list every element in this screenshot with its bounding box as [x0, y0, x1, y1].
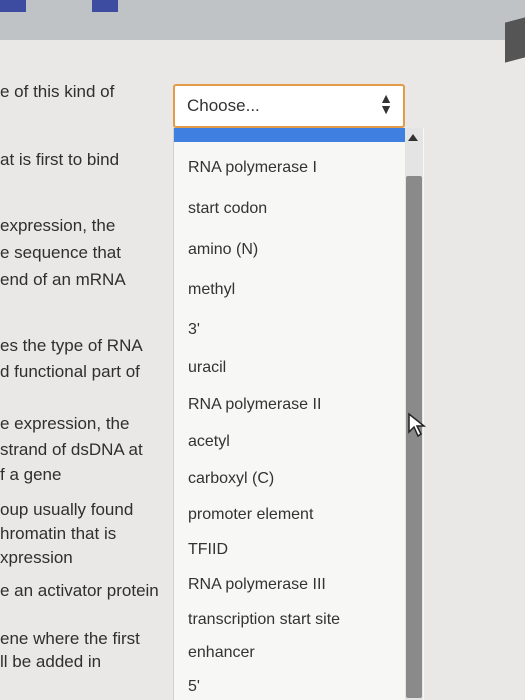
option-item[interactable]: TFIID [188, 541, 228, 559]
mouse-cursor-icon [408, 412, 427, 438]
question-text: ll be added in [0, 652, 102, 671]
question-text: e sequence that [0, 243, 121, 262]
question-text: xpression [0, 548, 73, 567]
question-text: d functional part of [0, 362, 140, 381]
select-arrows-icon: ▲ ▼ [379, 90, 393, 117]
question-text: hromatin that is [0, 524, 117, 543]
option-item[interactable]: promoter element [188, 506, 313, 524]
question-text: f a gene [0, 465, 62, 484]
question-text: e expression, the [0, 414, 130, 433]
option-item[interactable]: amino (N) [188, 241, 258, 259]
select-value: Choose... [187, 96, 260, 115]
option-item[interactable]: RNA polymerase II [188, 396, 321, 414]
toolbar-icon[interactable] [0, 0, 26, 12]
question-text: es the type of RNA [0, 336, 143, 355]
question-text: e of this kind of [0, 82, 115, 101]
option-item[interactable]: enhancer [188, 644, 255, 662]
option-item[interactable]: uracil [188, 359, 226, 377]
question-text: at is first to bind [0, 150, 120, 169]
question-text: expression, the [0, 216, 116, 235]
option-item[interactable]: transcription start site [188, 611, 340, 629]
answer-select[interactable]: Choose... ▲ ▼ [173, 84, 405, 128]
screen-bezel-shadow [505, 17, 525, 63]
option-item[interactable]: carboxyl (C) [188, 470, 274, 488]
highlighted-option[interactable] [174, 128, 406, 142]
dropdown-list[interactable]: RNA polymerase I start codon amino (N) m… [173, 128, 424, 700]
option-item[interactable]: acetyl [188, 433, 230, 451]
option-item[interactable]: RNA polymerase III [188, 576, 326, 594]
option-item[interactable]: start codon [188, 200, 267, 218]
scroll-up-icon[interactable] [408, 134, 418, 141]
option-item[interactable]: RNA polymerase I [188, 159, 317, 177]
option-item[interactable]: 5' [188, 678, 200, 696]
question-text: oup usually found [0, 500, 134, 519]
option-item[interactable]: 3' [188, 321, 200, 339]
question-text: e an activator protein [0, 581, 159, 600]
browser-top-bar [0, 0, 525, 40]
question-text: end of an mRNA [0, 270, 126, 289]
option-item[interactable]: methyl [188, 281, 235, 299]
toolbar-icon[interactable] [92, 0, 118, 12]
question-text: strand of dsDNA at [0, 440, 143, 459]
question-text: ene where the first [0, 629, 140, 648]
